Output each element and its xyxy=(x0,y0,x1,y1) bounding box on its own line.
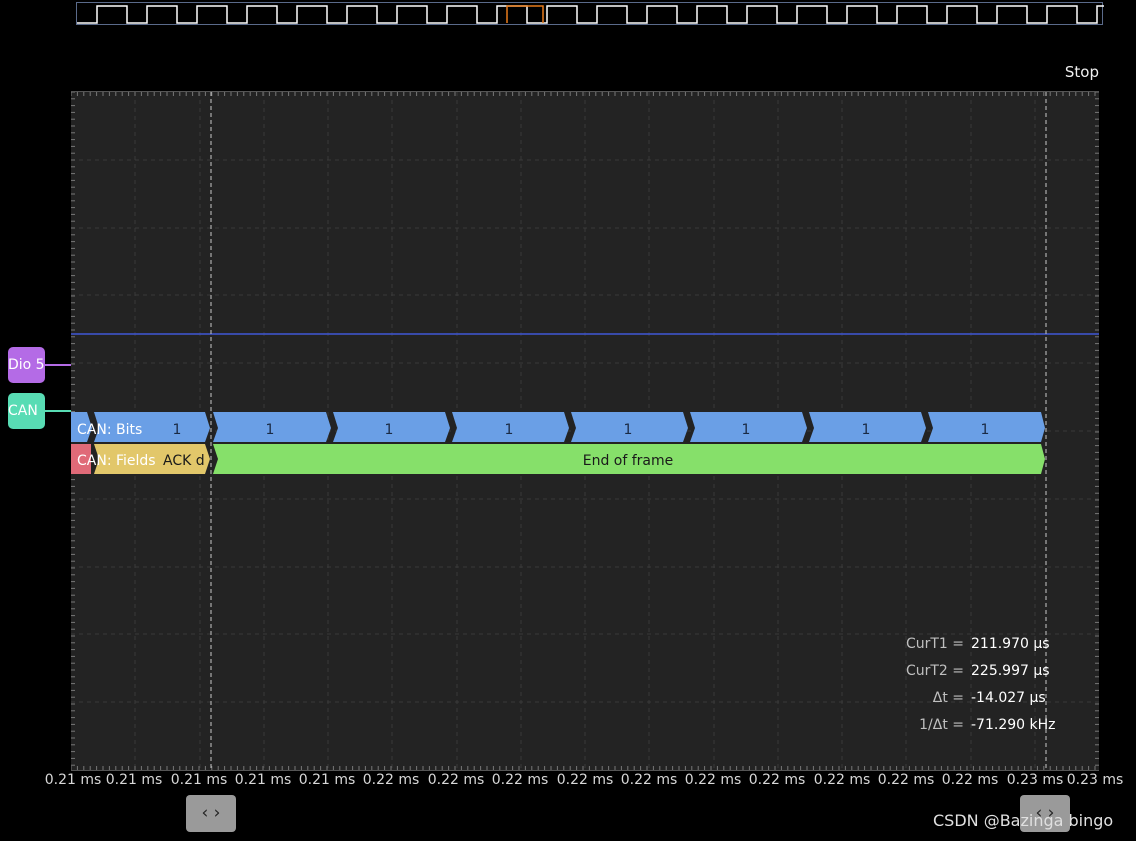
acquisition-status: Stop xyxy=(1064,63,1099,81)
time-axis: 0.21 ms 0.21 ms 0.21 ms 0.21 ms 0.21 ms … xyxy=(0,772,1136,792)
curt2-label: CurT2 = xyxy=(905,663,964,679)
dio5-connector xyxy=(45,364,71,366)
can-bits-row: CAN: Bits 1 1 1 1 1 1 1 1 xyxy=(71,412,1045,442)
channel-label-dio5[interactable]: Dio 5 xyxy=(8,347,45,383)
ack-field-label: ACK d xyxy=(163,453,205,469)
time-tick: 0.22 ms xyxy=(362,772,420,788)
time-tick: 0.22 ms xyxy=(491,772,549,788)
time-tick: 0.21 ms xyxy=(298,772,356,788)
bit-value: 1 xyxy=(385,422,394,438)
bits-row-label: CAN: Bits xyxy=(77,422,142,438)
bit-value: 1 xyxy=(862,422,871,438)
overview-strip[interactable] xyxy=(76,2,1104,25)
bit-value: 1 xyxy=(505,422,514,438)
time-tick: 0.21 ms xyxy=(105,772,163,788)
inverse-delta-t-label: 1/Δt = xyxy=(919,717,964,733)
time-tick: 0.21 ms xyxy=(44,772,102,788)
cursor-readout: CurT1 = 211.970 µs CurT2 = 225.997 µs Δt =… xyxy=(840,633,1056,741)
bit-value: 1 xyxy=(173,422,182,438)
watermark: CSDN @Bazinga bingo xyxy=(933,811,1114,830)
delta-t-label: Δt = xyxy=(932,690,964,706)
time-tick: 0.22 ms xyxy=(813,772,871,788)
bit-value: 1 xyxy=(266,422,275,438)
bit-value: 1 xyxy=(624,422,633,438)
time-tick: 0.21 ms xyxy=(234,772,292,788)
curt1-label: CurT1 = xyxy=(905,636,964,652)
delta-t-value: -14.027 µs xyxy=(971,690,1046,706)
time-tick: 0.22 ms xyxy=(941,772,999,788)
curt1-value: 211.970 µs xyxy=(971,636,1050,652)
time-tick: 0.23 ms xyxy=(1066,772,1124,788)
can-fields-row: CAN: Fields ACK d End of frame xyxy=(71,444,1045,474)
cursor1-nav-handle[interactable]: ‹ › xyxy=(186,795,236,832)
time-tick: 0.22 ms xyxy=(748,772,806,788)
overview-waveform xyxy=(77,5,1104,24)
bit-value: 1 xyxy=(981,422,990,438)
end-of-frame-label: End of frame xyxy=(583,453,674,469)
time-tick: 0.23 ms xyxy=(1006,772,1064,788)
bit-value: 1 xyxy=(742,422,751,438)
inverse-delta-t-value: -71.290 kHz xyxy=(971,717,1056,733)
time-tick: 0.21 ms xyxy=(170,772,228,788)
time-tick: 0.22 ms xyxy=(556,772,614,788)
time-tick: 0.22 ms xyxy=(427,772,485,788)
time-tick: 0.22 ms xyxy=(684,772,742,788)
can-connector xyxy=(45,410,71,412)
time-tick: 0.22 ms xyxy=(877,772,935,788)
time-tick: 0.22 ms xyxy=(620,772,678,788)
fields-row-label: CAN: Fields xyxy=(77,453,156,469)
channel-label-can[interactable]: CAN xyxy=(8,393,45,429)
overview-viewport-marker xyxy=(506,5,544,23)
curt2-value: 225.997 µs xyxy=(971,663,1050,679)
